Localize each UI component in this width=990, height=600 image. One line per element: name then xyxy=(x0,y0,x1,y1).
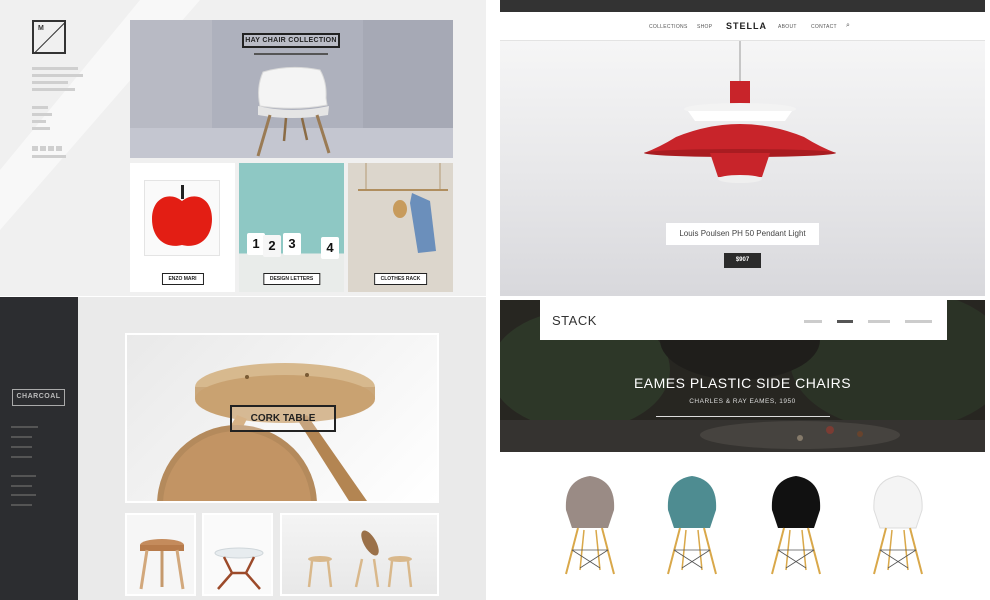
tag-underline xyxy=(254,53,328,55)
menu-line[interactable] xyxy=(32,155,66,158)
product-caption[interactable]: Louis Poulsen PH 50 Pendant Light xyxy=(666,223,819,245)
brand-logo[interactable]: STELLA xyxy=(726,21,767,31)
menu-line[interactable] xyxy=(32,120,46,123)
search-icon[interactable]: ⌕ xyxy=(846,22,850,30)
thumb-clothes-rack[interactable]: CLOTHES RACK xyxy=(348,163,453,292)
logo[interactable]: M xyxy=(32,20,66,54)
side-table-illustration xyxy=(214,547,264,590)
top-nav: COLLECTIONS SHOP STELLA ABOUT CONTACT ⌕ xyxy=(500,12,985,41)
nav-item-about[interactable]: ABOUT xyxy=(778,24,797,30)
hero-divider xyxy=(656,416,830,417)
thumb-stool-collection[interactable] xyxy=(280,513,439,596)
thumb-design-letters[interactable]: 1 2 3 4 DESIGN LETTERS xyxy=(239,163,344,292)
hero-collection-tag[interactable]: HAY CHAIR COLLECTION xyxy=(242,33,340,48)
nav-item-collections[interactable]: COLLECTIONS xyxy=(649,24,688,30)
chair-shell xyxy=(667,476,717,528)
menu-line[interactable] xyxy=(11,456,32,458)
hero-image-hay-chair[interactable]: HAY CHAIR COLLECTION xyxy=(130,20,453,158)
brand-logo[interactable]: STACK xyxy=(552,313,597,328)
chair-card[interactable] xyxy=(756,470,836,580)
brand-logo[interactable]: CHARCOAL xyxy=(12,389,65,406)
menu-line[interactable] xyxy=(11,436,32,438)
header-bar: STACK xyxy=(540,300,947,340)
stella-theme-preview[interactable]: COLLECTIONS SHOP STELLA ABOUT CONTACT ⌕ … xyxy=(500,0,985,296)
thumb-tag[interactable]: CLOTHES RACK xyxy=(373,273,428,285)
nav-item-contact[interactable]: CONTACT xyxy=(811,24,837,30)
menu-line[interactable] xyxy=(11,446,32,448)
theme-showcase: M HAY CHAIR COLLECTION ENZO MARI 1 2 3 4… xyxy=(0,0,990,600)
charcoal-sidebar: CHARCOAL xyxy=(0,297,78,600)
slide-indicator[interactable] xyxy=(868,320,890,323)
nav-item-shop[interactable]: SHOP xyxy=(697,24,712,30)
chair-shell xyxy=(565,476,615,528)
thumb-stool[interactable] xyxy=(125,513,196,596)
cup-digit: 3 xyxy=(283,233,301,255)
stack-theme-preview[interactable]: EAMES PLASTIC SIDE CHAIRS CHARLES & RAY … xyxy=(500,300,985,600)
thumb-enzo-mari[interactable]: ENZO MARI xyxy=(130,163,235,292)
minimal-theme-preview[interactable]: M HAY CHAIR COLLECTION ENZO MARI 1 2 3 4… xyxy=(0,0,486,296)
chair-shell xyxy=(873,475,923,529)
charcoal-theme-preview[interactable]: CHARCOAL CORK TABLE xyxy=(0,297,486,600)
chair-card[interactable] xyxy=(858,470,938,580)
social-icon[interactable] xyxy=(32,146,38,151)
menu-line[interactable] xyxy=(32,67,78,70)
hero-image-cork-table[interactable]: CORK TABLE xyxy=(125,333,439,503)
menu-line[interactable] xyxy=(11,504,32,506)
menu-line[interactable] xyxy=(32,127,50,130)
hero-title: EAMES PLASTIC SIDE CHAIRS xyxy=(633,375,852,391)
slide-indicator-active[interactable] xyxy=(837,320,853,323)
hero-product-tag[interactable]: CORK TABLE xyxy=(230,405,336,432)
top-bar xyxy=(500,0,985,12)
apple-icon xyxy=(152,185,212,246)
price-badge[interactable]: $907 xyxy=(724,253,761,268)
chair-shell xyxy=(771,476,821,528)
thumb-tag[interactable]: DESIGN LETTERS xyxy=(262,273,321,285)
cup-digit: 2 xyxy=(263,235,281,257)
menu-line[interactable] xyxy=(32,74,83,77)
hero-subtitle: CHARLES & RAY EAMES, 1950 xyxy=(689,398,796,405)
stool-illustration xyxy=(139,539,185,590)
stool-collection-illustration xyxy=(307,530,413,588)
chair-card[interactable] xyxy=(550,470,630,580)
menu-line[interactable] xyxy=(32,113,52,116)
social-icon[interactable] xyxy=(40,146,46,151)
social-icon[interactable] xyxy=(56,146,62,151)
menu-line[interactable] xyxy=(32,81,68,84)
menu-line[interactable] xyxy=(11,494,36,496)
pendant-lamp-illustration xyxy=(644,41,836,183)
thumb-side-table[interactable] xyxy=(202,513,273,596)
slide-indicator[interactable] xyxy=(905,320,932,323)
thumb-tag[interactable]: ENZO MARI xyxy=(161,273,204,285)
menu-line[interactable] xyxy=(11,485,32,487)
chair-card[interactable] xyxy=(652,470,732,580)
menu-line[interactable] xyxy=(11,426,38,428)
menu-line[interactable] xyxy=(32,88,75,91)
social-icon[interactable] xyxy=(48,146,54,151)
cup-digit: 4 xyxy=(321,237,339,259)
menu-line[interactable] xyxy=(11,475,36,477)
menu-line[interactable] xyxy=(32,106,48,109)
slide-indicator[interactable] xyxy=(804,320,822,323)
